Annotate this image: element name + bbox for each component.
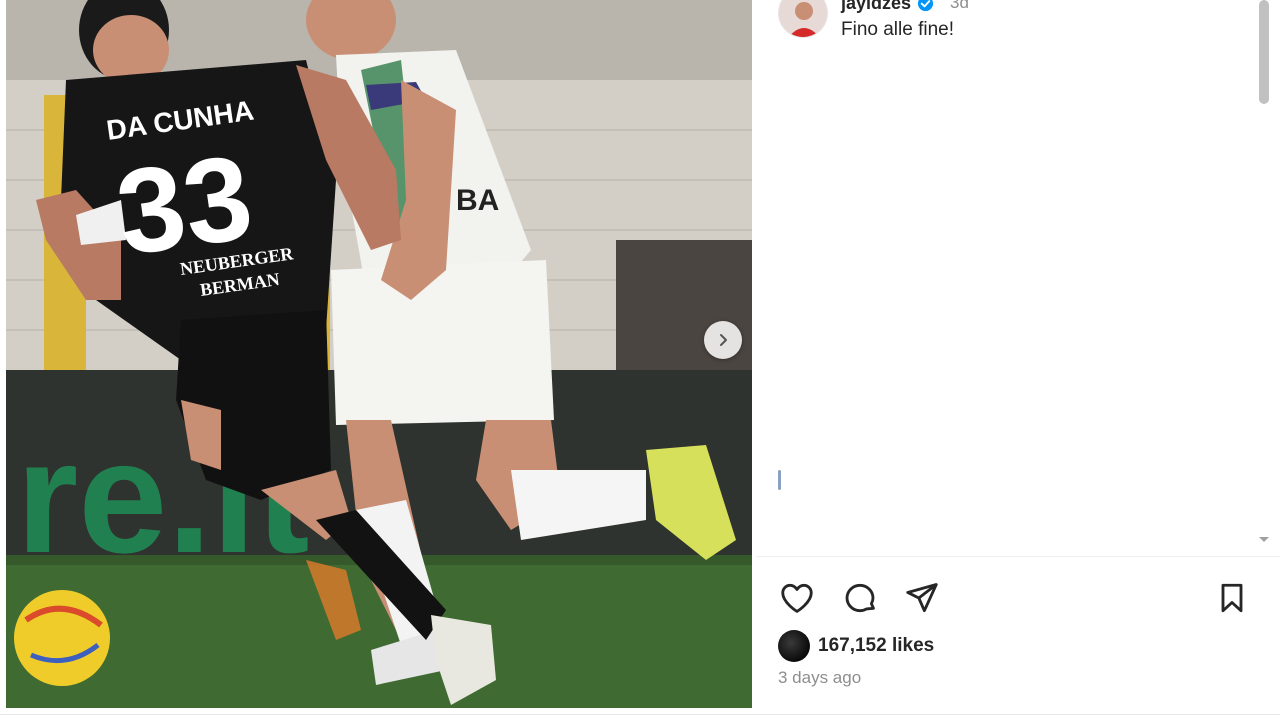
divider [756, 556, 1280, 557]
carousel-next-button[interactable] [704, 321, 742, 359]
verified-badge-icon [917, 0, 934, 11]
liker-avatar[interactable] [778, 630, 810, 662]
scrollbar-thumb[interactable] [1259, 0, 1269, 104]
likes-row: 167,152 likes [778, 630, 934, 662]
post-caption: Fino alle fine! [841, 19, 955, 40]
profile-picture [779, 0, 827, 37]
like-button[interactable] [777, 578, 817, 618]
heart-outline-icon [781, 583, 813, 613]
comment-button[interactable] [840, 578, 880, 618]
chevron-right-icon [720, 334, 727, 346]
page-bottom-border [0, 714, 1280, 715]
likes-count[interactable]: 167,152 likes [818, 635, 934, 657]
post-header: jayidzes 3d [841, 0, 969, 14]
bookmark-icon [1221, 583, 1243, 613]
post-photo[interactable]: re.lt BA DA CUNHA 33 NEUBERGER BERMAN [6, 0, 752, 708]
post-age-short[interactable]: 3d [950, 0, 969, 13]
scroll-down-arrow-icon[interactable] [1257, 532, 1271, 546]
photo-illustration: re.lt BA DA CUNHA 33 NEUBERGER BERMAN [6, 0, 752, 708]
post-timestamp[interactable]: 3 days ago [778, 668, 861, 688]
save-button[interactable] [1212, 578, 1252, 618]
paper-plane-icon [906, 583, 938, 613]
post-sidebar: jayidzes 3d Fino alle fine! 167,152 like… [756, 0, 1280, 720]
back-player-name: BA [456, 184, 499, 217]
username-link[interactable]: jayidzes [841, 0, 911, 14]
loading-indicator [778, 470, 781, 490]
avatar[interactable] [778, 0, 828, 38]
share-button[interactable] [902, 578, 942, 618]
speech-bubble-icon [845, 583, 875, 613]
